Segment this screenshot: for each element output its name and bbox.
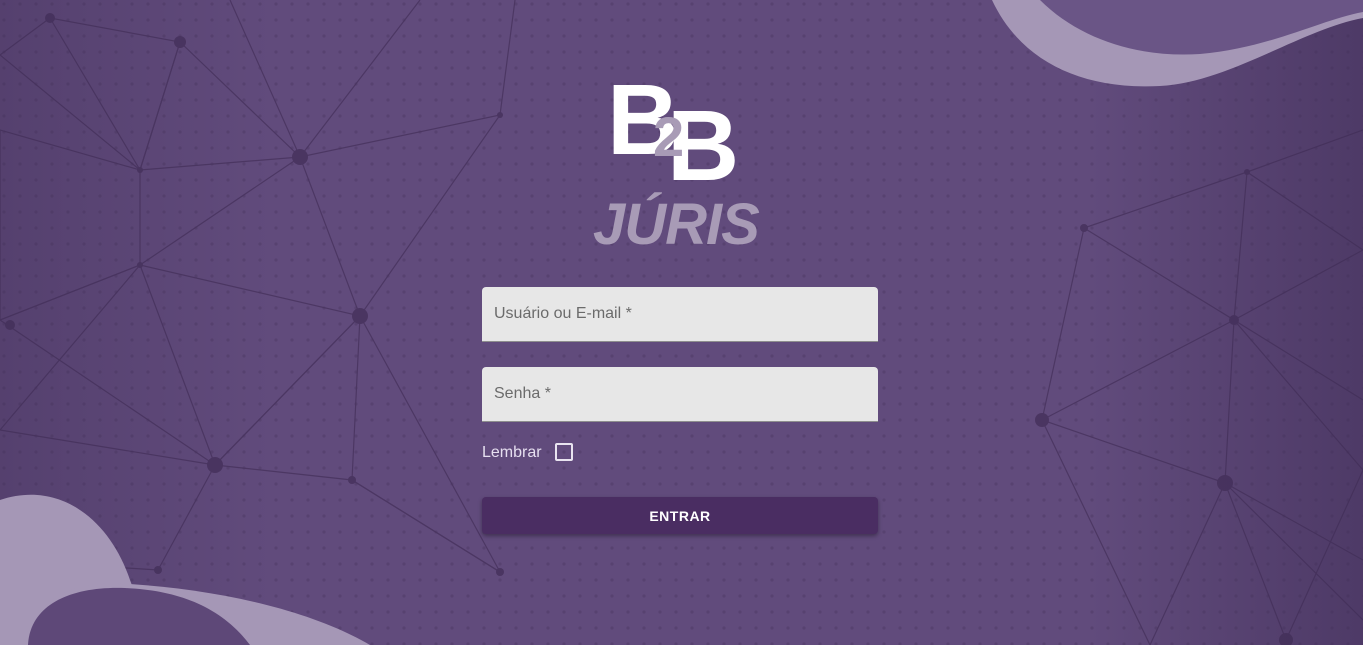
username-input[interactable] [482, 287, 878, 341]
password-field[interactable]: Senha * [482, 367, 878, 422]
remember-checkbox[interactable] [555, 443, 573, 461]
logo-wordmark: JÚRIS [593, 192, 760, 250]
logo-mark-2: 2 [653, 105, 684, 168]
login-button[interactable]: ENTRAR [482, 497, 878, 534]
remember-label: Lembrar [482, 444, 542, 461]
b2b-juris-logo: B B 2 JÚRIS [593, 68, 761, 250]
username-field[interactable]: Usuário ou E-mail * [482, 287, 878, 342]
password-input[interactable] [482, 367, 878, 421]
